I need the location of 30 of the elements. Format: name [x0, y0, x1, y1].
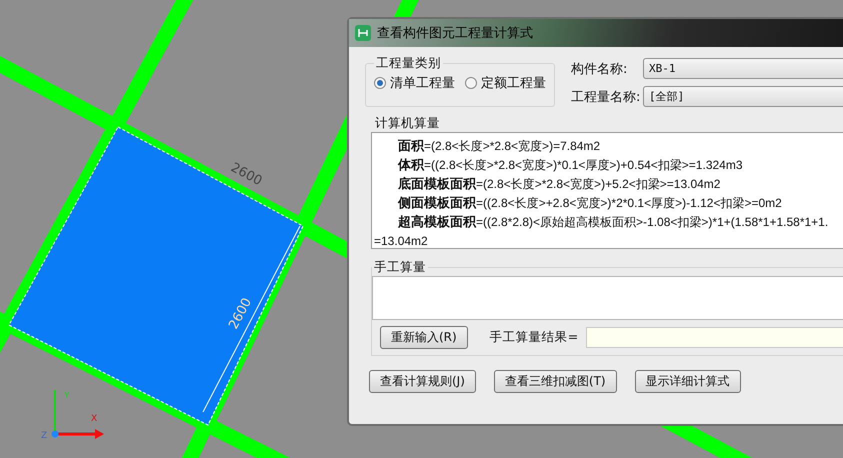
manual-input-field[interactable] — [372, 276, 843, 320]
axis-label: Z — [41, 431, 48, 441]
formula-line: 面积=(2.8<长度>*2.8<宽度>)=7.84m2 — [397, 138, 602, 156]
axis-gizmo-drawing — [52, 390, 104, 439]
field-label: 工程量名称: — [571, 88, 642, 106]
dimension-label: 2600 — [228, 160, 264, 190]
window-title: 查看构件图元工程量计算式 — [377, 25, 533, 42]
formula-line: 超高模板面积=((2.8*2.8)<原始超高模板面积>-1.08<扣梁>)*1+(1.58*1+1.58*1+1. — [397, 214, 830, 232]
reset-button[interactable]: 重新输入(R) — [380, 326, 468, 349]
dialog-button[interactable]: 显示详细计算式 — [634, 370, 741, 393]
dimension-label: 2600 — [226, 296, 256, 332]
group-label: 手工算量 — [373, 259, 427, 276]
result-field[interactable] — [586, 327, 843, 348]
formula-line: 底面模板面积=(2.8<长度>*2.8<宽度>)+5.2<扣梁>=13.04m2 — [397, 176, 722, 194]
field-label: 构件名称: — [571, 60, 628, 78]
formula-line: =13.04m2 — [374, 233, 429, 248]
radio-option[interactable]: 清单工程量 — [374, 74, 455, 92]
section-label: 计算机算量 — [374, 115, 441, 132]
axis-label: Y — [64, 391, 70, 401]
component-name-dropdown[interactable]: XB-1 — [643, 58, 843, 79]
result-label: 手工算量结果= — [490, 329, 578, 346]
axis-label: X — [91, 414, 98, 424]
dialog-button[interactable]: 查看三维扣减图(T) — [494, 370, 617, 393]
dialog-button[interactable]: 查看计算规则(J) — [369, 370, 476, 393]
group-label: 工程量类别 — [375, 55, 442, 72]
quantity-name-dropdown[interactable]: [全部] — [643, 86, 843, 107]
app-icon — [355, 25, 371, 41]
formula-line: 体积=((2.8<长度>*2.8<宽度>)*0.1<厚度>)+0.54<扣梁>=1.324m3 — [396, 157, 744, 175]
radio-option[interactable]: 定额工程量 — [465, 74, 546, 92]
formula-line: 侧面模板面积=((2.8<长度>+2.8<宽度>)*2*0.1<厚度>)-1.12<扣梁>=0m2 — [396, 195, 783, 213]
